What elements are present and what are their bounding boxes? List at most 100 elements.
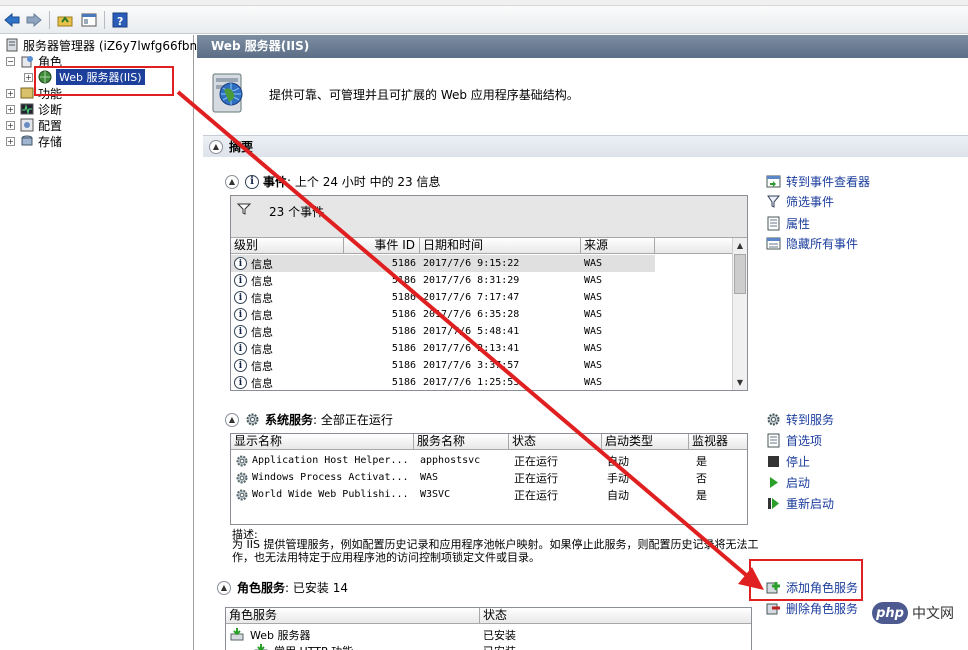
table-row[interactable]: i 信息 5186 2017/7/6 7:17:47 WAS bbox=[231, 289, 655, 306]
collapse-icon[interactable]: ▲ bbox=[217, 580, 231, 595]
collapse-icon[interactable]: ▲ bbox=[225, 412, 239, 427]
scroll-up-icon[interactable]: ▲ bbox=[733, 238, 747, 253]
play-icon bbox=[766, 475, 781, 490]
column-header[interactable]: 事件 ID bbox=[344, 238, 420, 253]
events-heading-bold: 事件 bbox=[263, 175, 288, 189]
table-row[interactable]: Windows Process Activat... WAS 正在运行 手动 否 bbox=[231, 469, 747, 486]
action-properties[interactable]: 属性 bbox=[766, 215, 810, 232]
action-label: 筛选事件 bbox=[786, 195, 835, 209]
action-label: 首选项 bbox=[786, 434, 823, 448]
action-label: 属性 bbox=[786, 217, 811, 231]
forward-icon[interactable] bbox=[24, 10, 44, 30]
collapse-icon[interactable]: ▲ bbox=[209, 139, 223, 154]
console-tree: 服务器管理器 (iZ6y7lwfg66fbn − 角色 + Web 服务器(II… bbox=[0, 35, 197, 650]
action-restart[interactable]: 重新启动 bbox=[766, 495, 834, 512]
table-row[interactable]: i 信息 5186 2017/7/6 5:48:41 WAS bbox=[231, 323, 655, 340]
column-header[interactable]: 日期和时间 bbox=[420, 238, 581, 253]
scroll-thumb[interactable] bbox=[734, 254, 746, 294]
properties-icon bbox=[766, 216, 781, 231]
event-level: 信息 bbox=[251, 342, 273, 356]
column-header[interactable]: 来源 bbox=[581, 238, 655, 253]
tree-root[interactable]: 服务器管理器 (iZ6y7lwfg66fbn bbox=[4, 37, 197, 53]
help-icon[interactable]: ? bbox=[110, 10, 130, 30]
action-label: 重新启动 bbox=[786, 497, 835, 511]
table-row[interactable]: i 信息 5186 2017/7/6 9:15:22 WAS bbox=[231, 255, 655, 272]
event-level: 信息 bbox=[251, 359, 273, 373]
show-hide-console-icon[interactable] bbox=[79, 10, 99, 30]
filter-icon[interactable] bbox=[236, 203, 252, 218]
expand-icon[interactable]: + bbox=[24, 72, 33, 82]
action-hide-all-events[interactable]: 隐藏所有事件 bbox=[766, 235, 858, 252]
service-status: 正在运行 bbox=[514, 471, 558, 485]
column-header[interactable]: 状态 bbox=[509, 434, 602, 449]
action-goto-event-viewer[interactable]: 转到事件查看器 bbox=[766, 173, 870, 190]
collapse-icon[interactable]: ▲ bbox=[225, 174, 239, 189]
server-icon bbox=[4, 38, 20, 52]
action-goto-services[interactable]: 转到服务 bbox=[766, 411, 834, 428]
tree-item-diagnostics[interactable]: + 诊断 bbox=[6, 101, 62, 117]
event-viewer-icon bbox=[766, 174, 781, 189]
watermark-logo: php bbox=[872, 602, 908, 624]
action-start[interactable]: 启动 bbox=[766, 474, 810, 491]
column-header[interactable]: 显示名称 bbox=[231, 434, 414, 449]
event-source: WAS bbox=[584, 292, 603, 303]
service-status: 正在运行 bbox=[514, 454, 558, 468]
table-row[interactable]: i 信息 5186 2017/7/6 3:37:57 WAS bbox=[231, 357, 655, 374]
table-row[interactable]: World Wide Web Publishi... W3SVC 正在运行 自动 是 bbox=[231, 486, 747, 503]
events-scrollbar[interactable]: ▲ ▼ bbox=[732, 238, 747, 390]
action-label: 停止 bbox=[786, 455, 811, 469]
intro-description: 提供可靠、可管理并且可扩展的 Web 应用程序基础结构。 bbox=[269, 88, 579, 102]
action-label: 转到事件查看器 bbox=[786, 175, 871, 189]
event-level: 信息 bbox=[251, 274, 273, 288]
column-header[interactable]: 级别 bbox=[231, 238, 344, 253]
summary-section-header[interactable]: ▲ 摘要 bbox=[203, 135, 968, 157]
event-id: 5186 bbox=[391, 343, 416, 354]
column-header[interactable]: 启动类型 bbox=[602, 434, 689, 449]
service-display-name: Windows Process Activat... bbox=[252, 472, 409, 483]
action-stop[interactable]: 停止 bbox=[766, 453, 810, 470]
service-monitor: 否 bbox=[696, 471, 707, 485]
summary-title: 摘要 bbox=[229, 140, 254, 154]
svg-text:?: ? bbox=[117, 15, 123, 28]
scroll-down-icon[interactable]: ▼ bbox=[733, 375, 747, 390]
table-row[interactable]: i 信息 5186 2017/7/6 2:13:41 WAS bbox=[231, 340, 655, 357]
event-id: 5186 bbox=[391, 377, 416, 388]
action-remove-role-services[interactable]: 删除角色服务 bbox=[766, 600, 858, 617]
stop-icon bbox=[766, 454, 781, 469]
event-datetime: 2017/7/6 7:17:47 bbox=[423, 292, 520, 303]
service-gear-icon bbox=[234, 487, 249, 502]
diagnostics-icon bbox=[19, 102, 35, 116]
event-id: 5186 bbox=[391, 309, 416, 320]
event-source: WAS bbox=[584, 309, 603, 320]
collapse-icon[interactable]: − bbox=[6, 56, 15, 66]
event-id: 5186 bbox=[391, 326, 416, 337]
back-icon[interactable] bbox=[2, 10, 22, 30]
column-header[interactable]: 监视器 bbox=[689, 434, 747, 449]
column-header[interactable]: 角色服务 bbox=[226, 608, 480, 623]
event-level: 信息 bbox=[251, 291, 273, 305]
service-monitor: 是 bbox=[696, 488, 707, 502]
expand-icon[interactable]: + bbox=[6, 104, 15, 114]
watermark: php 中文网 bbox=[872, 602, 954, 624]
expand-icon[interactable]: + bbox=[6, 120, 15, 130]
tree-item-storage[interactable]: + 存储 bbox=[6, 133, 62, 149]
action-preferences[interactable]: 首选项 bbox=[766, 432, 822, 449]
action-filter-events[interactable]: 筛选事件 bbox=[766, 193, 834, 210]
expand-icon[interactable]: + bbox=[6, 88, 15, 98]
tree-root-label: 服务器管理器 (iZ6y7lwfg66fbn bbox=[23, 38, 198, 53]
table-row[interactable]: 常用 HTTP 功能 已安装 bbox=[226, 642, 751, 650]
table-row[interactable]: Web 服务器 已安装 bbox=[226, 626, 751, 643]
tree-item-configuration[interactable]: + 配置 bbox=[6, 117, 62, 133]
service-display-name: World Wide Web Publishi... bbox=[252, 489, 409, 500]
column-header[interactable]: 状态 bbox=[480, 608, 751, 623]
column-header[interactable]: 服务名称 bbox=[414, 434, 509, 449]
table-row[interactable]: i 信息 5186 2017/7/6 8:31:29 WAS bbox=[231, 272, 655, 289]
toolbar: ? bbox=[0, 6, 968, 34]
table-row[interactable]: i 信息 5186 2017/7/6 6:35:28 WAS bbox=[231, 306, 655, 323]
table-row[interactable]: Application Host Helper... apphostsvc 正在运行… bbox=[231, 452, 747, 469]
service-name: WAS bbox=[420, 472, 439, 483]
up-folder-icon[interactable] bbox=[55, 10, 75, 30]
expand-icon[interactable]: + bbox=[6, 136, 15, 146]
table-row[interactable]: i 信息 5186 2017/7/6 1:25:53 WAS bbox=[231, 374, 655, 391]
service-startup: 自动 bbox=[607, 488, 629, 502]
